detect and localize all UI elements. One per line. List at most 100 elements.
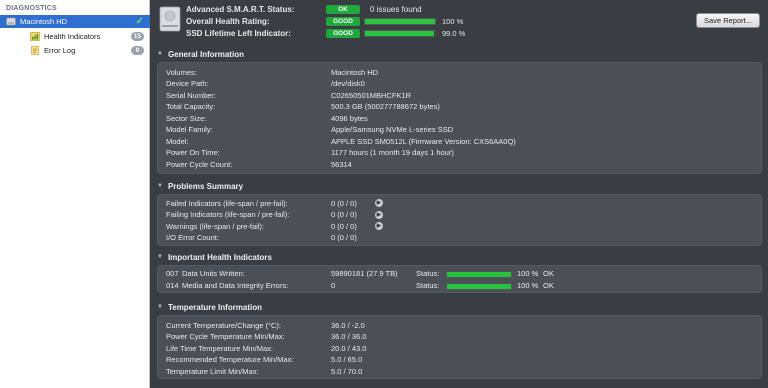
section-temperature-information[interactable]: ▼ Temperature Information (157, 302, 262, 312)
hard-disk-icon (159, 5, 181, 33)
sidebar-item-label: Error Log (44, 46, 76, 55)
problem-key: Failed Indicators (life-span / pre-fail)… (166, 198, 288, 208)
status-header: Advanced S.M.A.R.T. Status: OK 0 issues … (150, 0, 768, 43)
temperature-key: Temperature Limit Min/Max: (166, 366, 259, 376)
temperature-key: Recommended Temperature Min/Max: (166, 355, 294, 364)
section-title: General Information (167, 49, 244, 59)
problem-key: I/O Error Count: (166, 233, 219, 242)
section-title: Problems Summary (167, 181, 244, 191)
detail-arrow-icon[interactable]: ▶ (374, 210, 383, 219)
section-general-information[interactable]: ▼ General Information (157, 49, 244, 59)
ssd-lifetime-row: SSD Lifetime Left Indicator: GOOD 99.0 % (186, 28, 465, 39)
status-badge: OK (326, 5, 360, 14)
indicator-name: Media and Data Integrity Errors: (182, 281, 289, 290)
info-value: Macintosh HD (331, 67, 379, 77)
sidebar-item-label: Health Indicators (44, 32, 101, 41)
problem-row: Warnings (life-span / pre-fail): 0 (0 / 0… (166, 221, 383, 231)
info-key: Power On Time: (166, 148, 220, 157)
info-key: Volumes: (166, 67, 197, 77)
indicator-value: 0 (331, 281, 336, 290)
status-badge: GOOD (326, 17, 360, 26)
indicator-result: OK (543, 269, 554, 278)
section-title: Temperature Information (167, 302, 263, 312)
ssd-value: 99.0 % (442, 29, 466, 38)
info-row: Device Path: /dev/disk0 (166, 79, 365, 89)
progress-fill (365, 31, 435, 36)
info-row: Volumes: Macintosh HD (166, 67, 378, 77)
health-indicator-row[interactable]: 007 Data Units Written: 59890181 (27.9 T… (166, 269, 756, 279)
health-rating-label: Overall Health Rating: (186, 17, 270, 26)
info-row: Sector Size: 4096 bytes (166, 113, 368, 123)
problems-summary-panel: Failed Indicators (life-span / pre-fail)… (157, 194, 762, 246)
info-value: 56314 (331, 159, 352, 169)
indicator-name: Data Units Written: (182, 269, 245, 278)
status-badge: GOOD (326, 29, 360, 38)
detail-arrow-icon[interactable]: ▶ (374, 199, 383, 207)
indicator-value: 59890181 (27.9 TB) (331, 269, 398, 278)
main-panel: Advanced S.M.A.R.T. Status: OK 0 issues … (150, 0, 768, 388)
count-badge: 0 (131, 46, 144, 55)
problem-value: 0 (0 / 0) (331, 221, 357, 231)
indicator-result: OK (543, 281, 554, 290)
disclosure-triangle-icon[interactable]: ▼ (157, 183, 163, 189)
temperature-key: Current Temperature/Change (°C): (166, 320, 281, 330)
smart-status-label: Advanced S.M.A.R.T. Status: (186, 5, 295, 14)
health-progress-bar (364, 18, 436, 25)
smart-status-row: Advanced S.M.A.R.T. Status: OK 0 issues … (186, 4, 422, 15)
disclosure-triangle-icon[interactable]: ▼ (157, 304, 163, 310)
disclosure-triangle-icon[interactable]: ▼ (157, 51, 163, 57)
temperature-row: Temperature Limit Min/Max: 5.0 / 70.0 (166, 366, 362, 376)
indicator-percent: 100 % (517, 281, 539, 290)
progress-fill (447, 283, 511, 289)
health-indicators-panel: 007 Data Units Written: 59890181 (27.9 T… (157, 265, 762, 293)
problem-key: Warnings (life-span / pre-fail): (166, 221, 265, 231)
save-report-button[interactable]: Save Report... (696, 13, 760, 28)
info-row: Power Cycle Count: 56314 (166, 159, 352, 169)
temperature-value: 36.0 / 36.0 (331, 332, 367, 341)
info-value: 4096 bytes (331, 113, 368, 123)
problem-key: Failing Indicators (life-span / pre-fail… (166, 210, 290, 219)
problem-value: 0 (0 / 0) (331, 198, 357, 208)
health-rating-row: Overall Health Rating: GOOD 100 % (186, 16, 463, 27)
detail-arrow-icon[interactable]: ▶ (374, 222, 383, 230)
info-row: Model Family: Apple/Samsung NVMe L-series… (166, 125, 453, 135)
disclosure-triangle-icon[interactable]: ▼ (157, 254, 163, 260)
problem-value: 0 (0 / 0) (331, 233, 357, 242)
section-problems-summary[interactable]: ▼ Problems Summary (157, 181, 243, 191)
temperature-value: 36.0 / -2.0 (331, 320, 365, 330)
health-indicators-icon (30, 32, 40, 41)
sidebar-item-error-log[interactable]: Error Log 0 (0, 44, 150, 57)
info-key: Total Capacity: (166, 102, 216, 111)
info-key: Serial Number: (166, 90, 217, 100)
health-value: 100 % (442, 17, 464, 26)
indicator-progress-bar (446, 270, 512, 278)
info-key: Model: (166, 136, 189, 146)
health-indicator-row[interactable]: 014 Media and Data Integrity Errors: 0 S… (166, 281, 756, 291)
indicator-id: 007 (166, 269, 179, 278)
sidebar-header: DIAGNOSTICS (6, 5, 57, 12)
smart-issues-text: 0 issues found (370, 5, 422, 14)
problem-row: Failed Indicators (life-span / pre-fail)… (166, 198, 383, 208)
temperature-row: Life Time Temperature Min/Max: 20.0 / 43.… (166, 343, 366, 353)
info-key: Sector Size: (166, 113, 207, 123)
ssd-progress-bar (364, 30, 436, 37)
info-value: Apple/Samsung NVMe L-series SSD (331, 125, 454, 134)
info-row: Serial Number: C02650501MBHCFK1R (166, 90, 411, 100)
temperature-value: 5.0 / 70.0 (331, 366, 363, 376)
temperature-value: 5.0 / 65.0 (331, 355, 363, 364)
temperature-panel: Current Temperature/Change (°C): 36.0 / -… (157, 315, 762, 379)
sidebar-item-macintosh-hd[interactable]: Macintosh HD ✓ (0, 15, 150, 28)
sidebar: DIAGNOSTICS Macintosh HD ✓ Health Indica… (0, 0, 150, 388)
info-value: /dev/disk0 (331, 79, 365, 88)
problem-row: Failing Indicators (life-span / pre-fail… (166, 210, 383, 220)
info-value: 1177 hours (1 month 19 days 1 hour) (331, 148, 454, 157)
info-row: Total Capacity: 500.3 GB (500277788672 by… (166, 102, 440, 112)
info-row: Power On Time: 1177 hours (1 month 19 day… (166, 148, 454, 158)
temperature-row: Recommended Temperature Min/Max: 5.0 / 65… (166, 355, 362, 365)
section-health-indicators[interactable]: ▼ Important Health Indicators (157, 252, 272, 262)
indicator-status-label: Status: (416, 281, 440, 290)
checkmark-icon: ✓ (135, 16, 144, 27)
progress-fill (365, 19, 435, 24)
sidebar-item-health-indicators[interactable]: Health Indicators 15 (0, 30, 150, 43)
indicator-percent: 100 % (517, 269, 539, 278)
